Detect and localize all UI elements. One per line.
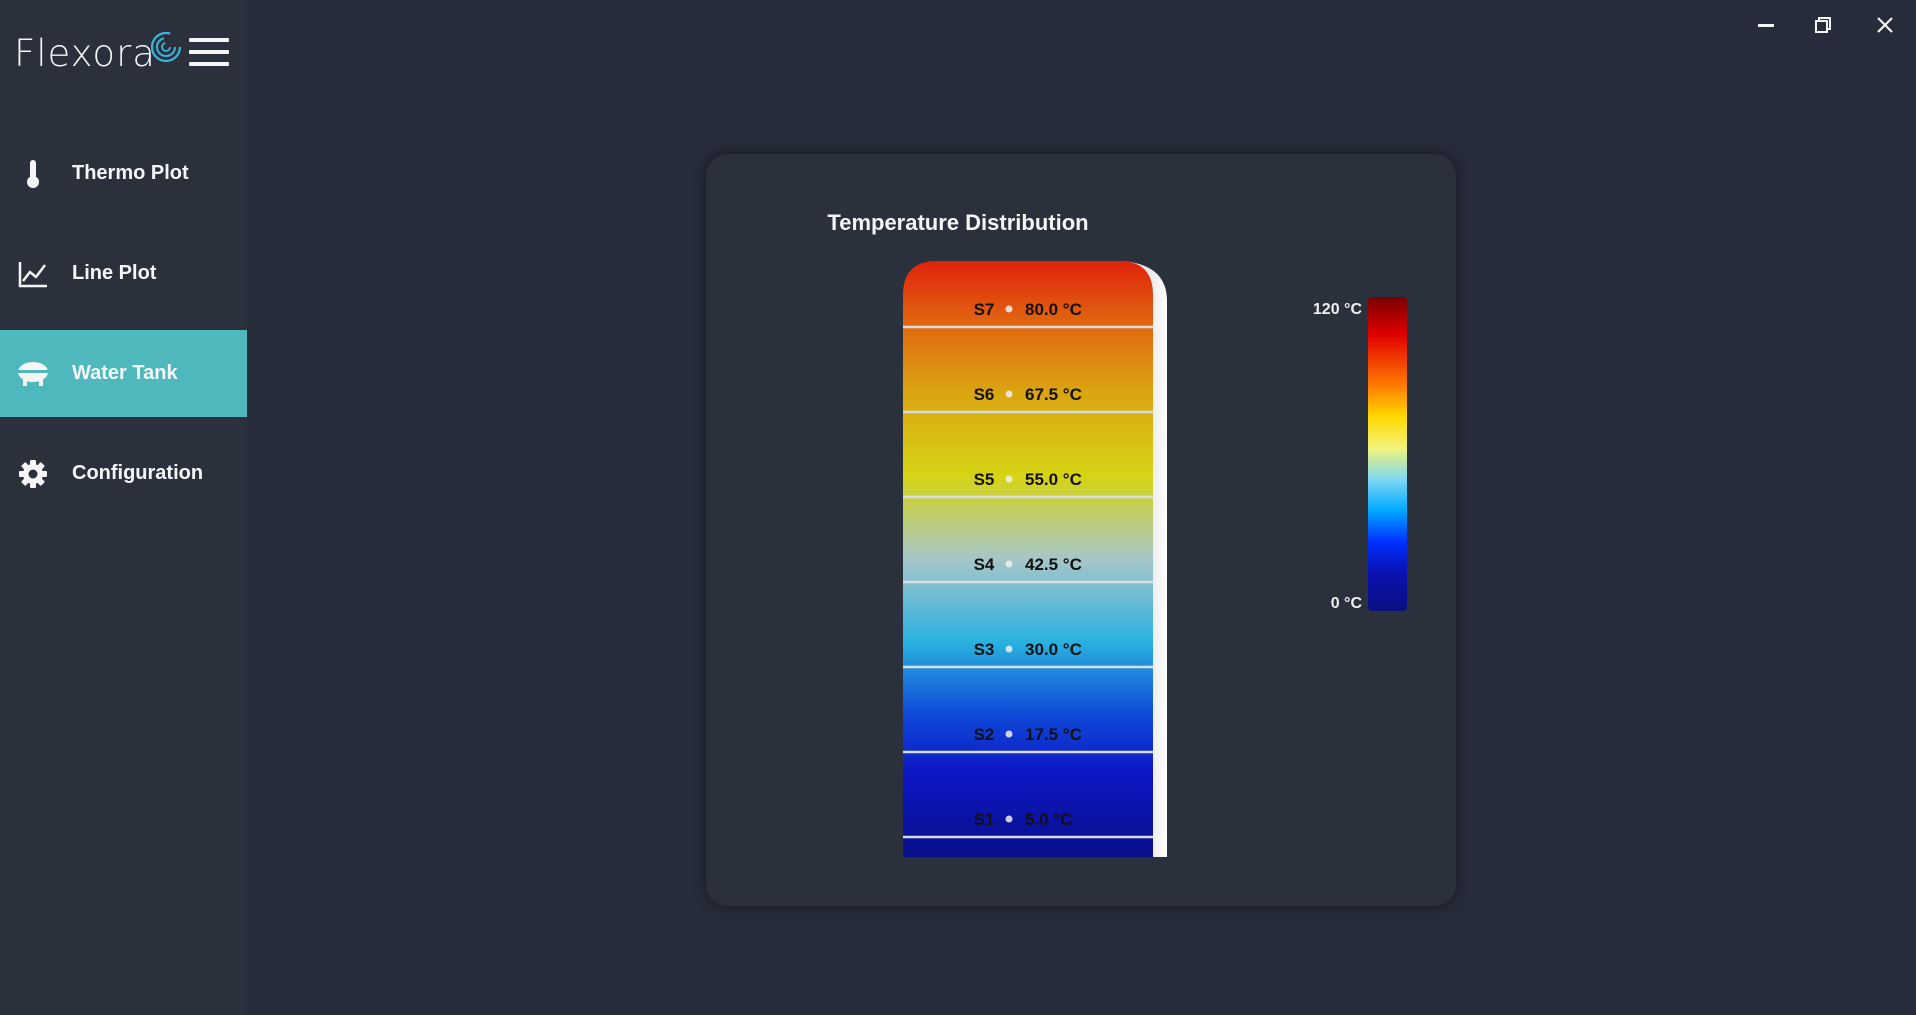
chart-title: Temperature Distribution	[827, 210, 1089, 235]
sidebar-item-label: Configuration	[72, 462, 204, 484]
restore-icon	[1815, 17, 1831, 33]
sidebar-item-configuration[interactable]: Configuration	[0, 430, 247, 517]
gear-icon	[16, 457, 50, 491]
sidebar-item-label: Thermo Plot	[72, 162, 189, 184]
sidebar-item-label: Line Plot	[72, 262, 157, 284]
hamburger-menu-button[interactable]	[189, 38, 229, 70]
water-tank-card	[706, 154, 1456, 906]
restore-button[interactable]	[1803, 12, 1843, 38]
logo-swirl-icon	[150, 31, 182, 63]
sidebar-item-water-tank[interactable]: Water Tank	[0, 330, 247, 417]
brand-logo: Flexora	[14, 28, 184, 78]
minimize-button[interactable]	[1746, 12, 1786, 38]
sidebar-item-label: Water Tank	[72, 362, 178, 384]
thermometer-icon	[16, 157, 50, 191]
line-chart-icon	[16, 257, 50, 291]
close-icon	[1877, 17, 1893, 33]
water-tank-icon	[16, 357, 50, 391]
brand-name: Flexora	[14, 31, 156, 75]
sidebar-item-line-plot[interactable]: Line Plot	[0, 230, 247, 317]
sidebar-nav: Thermo Plot Line Plot Water Tank Configu…	[0, 130, 247, 530]
sidebar-item-thermo-plot[interactable]: Thermo Plot	[0, 130, 247, 217]
close-window-button[interactable]	[1865, 12, 1905, 38]
minimize-icon	[1758, 24, 1774, 27]
sidebar: Flexora Thermo Plot Line Plot Water Tank…	[0, 0, 247, 1015]
